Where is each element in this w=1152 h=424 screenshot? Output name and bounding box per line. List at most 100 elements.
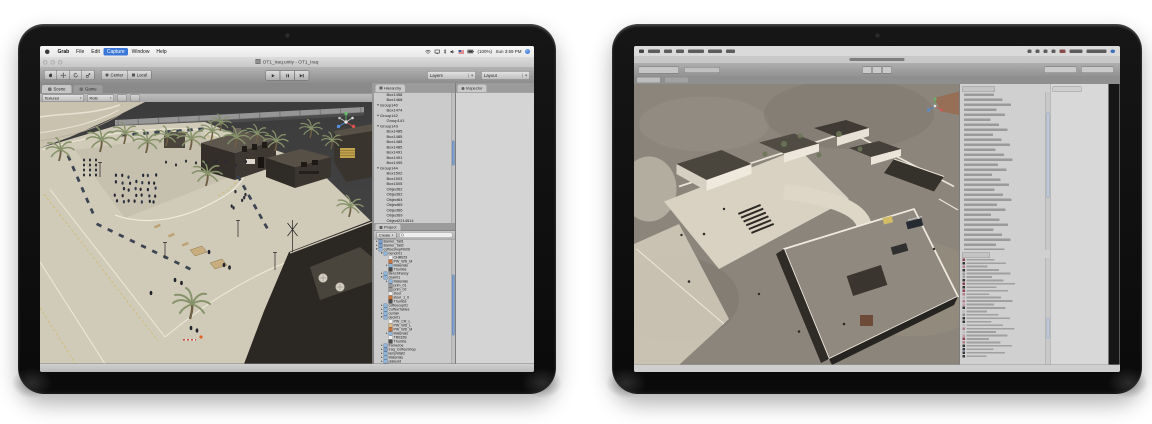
inspector-panel-blurred — [1050, 84, 1109, 365]
play-controls — [265, 71, 309, 81]
hierarchy-row[interactable]: Object2214514 — [374, 218, 455, 222]
view-tabs: Scene Game — [40, 83, 372, 94]
move-tool-button[interactable] — [57, 70, 70, 80]
page: GrabFileEditCaptureWindowHelp (100%) Sun… — [0, 0, 1152, 424]
play-button[interactable] — [265, 71, 280, 81]
window-title: OT1_Iraq.unity - OT1_Iraq — [40, 59, 534, 65]
tab-game[interactable]: Game — [74, 85, 103, 93]
status-bar — [40, 364, 534, 373]
project-scrollbar[interactable] — [451, 240, 455, 364]
window-title-bar[interactable]: OT1_Iraq.unity - OT1_Iraq — [40, 57, 534, 68]
pause-button[interactable] — [280, 71, 295, 81]
folder-icon — [384, 252, 388, 256]
rotate-tool-button[interactable] — [69, 70, 82, 80]
project-tab-icon — [380, 226, 383, 229]
tab-project[interactable]: Project — [376, 224, 401, 231]
hierarchy-panel-blurred — [960, 84, 1050, 365]
hand-tool-button[interactable] — [44, 70, 57, 80]
scene-column: Scene Game Textured▾ RGB▾ — [40, 83, 372, 364]
asset-icon — [963, 334, 966, 337]
project-list-blurred[interactable] — [960, 258, 1050, 365]
asset-icon — [963, 355, 966, 358]
asset-icon — [963, 262, 966, 265]
hierarchy-list-blurred[interactable] — [960, 92, 1050, 250]
menu-item-edit[interactable]: Edit — [88, 48, 104, 56]
inspector-body-empty — [456, 93, 534, 365]
menu-clock[interactable]: Sun 3:59 PM — [495, 49, 521, 54]
hierarchy-list[interactable]: Box1458Box1468▼Group140Box1474▼Group142G… — [374, 92, 455, 222]
display-icon[interactable] — [434, 49, 440, 54]
hierarchy-scrollbar[interactable] — [1046, 92, 1051, 250]
draw-mode-dropdown[interactable]: Textured▾ — [42, 94, 84, 102]
game-tab-icon — [80, 87, 84, 91]
scrollbar-thumb[interactable] — [452, 275, 455, 336]
asset-icon — [963, 258, 966, 261]
step-button[interactable] — [294, 71, 309, 81]
menu-item-help[interactable]: Help — [153, 48, 170, 56]
asset-icon — [963, 265, 966, 268]
menu-items: GrabFileEditCaptureWindowHelp — [54, 48, 170, 56]
play-controls-blurred[interactable] — [862, 67, 892, 74]
render-channels-dropdown[interactable]: RGB▾ — [87, 94, 114, 102]
unity-file-icon — [256, 59, 261, 64]
wifi-icon[interactable] — [425, 49, 431, 54]
asset-icon — [963, 331, 966, 334]
asset-icon — [963, 314, 966, 317]
create-button[interactable]: Create▾ — [376, 232, 396, 239]
project-list[interactable]: ▸Barrier_Tall1▸Barrier_Tall2▼coffeeshopF… — [374, 240, 455, 364]
project-scrollbar[interactable] — [1046, 258, 1051, 365]
project-search-input[interactable] — [399, 232, 453, 238]
scrollbar-thumb[interactable] — [452, 140, 455, 165]
hierarchy-scrollbar[interactable] — [451, 92, 455, 222]
asset-icon — [963, 338, 966, 341]
hierarchy-row-illegible[interactable] — [960, 247, 1050, 250]
asset-icon — [963, 317, 966, 320]
asset-icon — [963, 324, 966, 327]
user-icon[interactable] — [525, 49, 530, 54]
scene-viewport-3d[interactable] — [40, 102, 372, 364]
scene-viewport-3d-aerial[interactable] — [634, 84, 959, 365]
layout-dropdown[interactable]: Layout▾ — [481, 71, 530, 80]
bluetooth-icon[interactable] — [443, 49, 446, 54]
tab-inspector[interactable]: Inspector — [458, 85, 487, 93]
project-row-illegible[interactable] — [960, 354, 1050, 357]
layers-dropdown[interactable]: Layers▾ — [427, 71, 476, 80]
tab-scene[interactable]: Scene — [42, 85, 72, 93]
scene-fx-toggle[interactable] — [130, 94, 140, 102]
right-screen — [634, 46, 1120, 372]
tab-hierarchy[interactable]: Hierarchy — [376, 84, 406, 92]
asset-icon — [963, 296, 966, 299]
battery-icon[interactable] — [467, 50, 474, 54]
asset-icon — [963, 276, 966, 279]
asset-icon — [963, 269, 966, 272]
asset-icon — [963, 300, 966, 303]
asset-icon — [963, 310, 966, 313]
volume-icon[interactable] — [450, 49, 455, 54]
menu-item-capture[interactable]: Capture — [103, 48, 128, 56]
scale-tool-button[interactable] — [82, 70, 95, 80]
macos-menu-bar-blurred — [634, 46, 1120, 57]
status-bar-blurred — [634, 365, 1120, 373]
menu-item-file[interactable]: File — [73, 48, 88, 56]
scrollbar-thumb[interactable] — [1047, 318, 1050, 339]
asset-icon — [963, 293, 966, 296]
inspector-tab-icon — [462, 87, 465, 90]
hierarchy-project-column: Hierarchy Box1458Box1468▼Group140Box1474… — [374, 83, 455, 364]
tab-inspector-blurred[interactable] — [1053, 86, 1082, 92]
left-screen: GrabFileEditCaptureWindowHelp (100%) Sun… — [40, 46, 534, 372]
us-flag-icon[interactable] — [458, 50, 464, 54]
scrollbar-thumb[interactable] — [1047, 112, 1050, 198]
scene-lighting-toggle[interactable] — [117, 94, 127, 102]
apple-logo-icon[interactable] — [45, 49, 50, 54]
asset-icon — [963, 286, 966, 289]
space-local-button[interactable]: Local — [127, 70, 151, 80]
menu-item-grab[interactable]: Grab — [54, 48, 73, 56]
asset-icon — [963, 283, 966, 286]
camera-icon — [875, 33, 880, 38]
asset-icon — [963, 272, 966, 275]
macos-menu-bar: GrabFileEditCaptureWindowHelp (100%) Sun… — [40, 46, 534, 58]
pivot-center-button[interactable]: Center — [101, 70, 128, 80]
asset-icon — [963, 348, 966, 351]
battery-percent[interactable]: (100%) — [477, 49, 492, 54]
menu-item-window[interactable]: Window — [128, 48, 153, 56]
